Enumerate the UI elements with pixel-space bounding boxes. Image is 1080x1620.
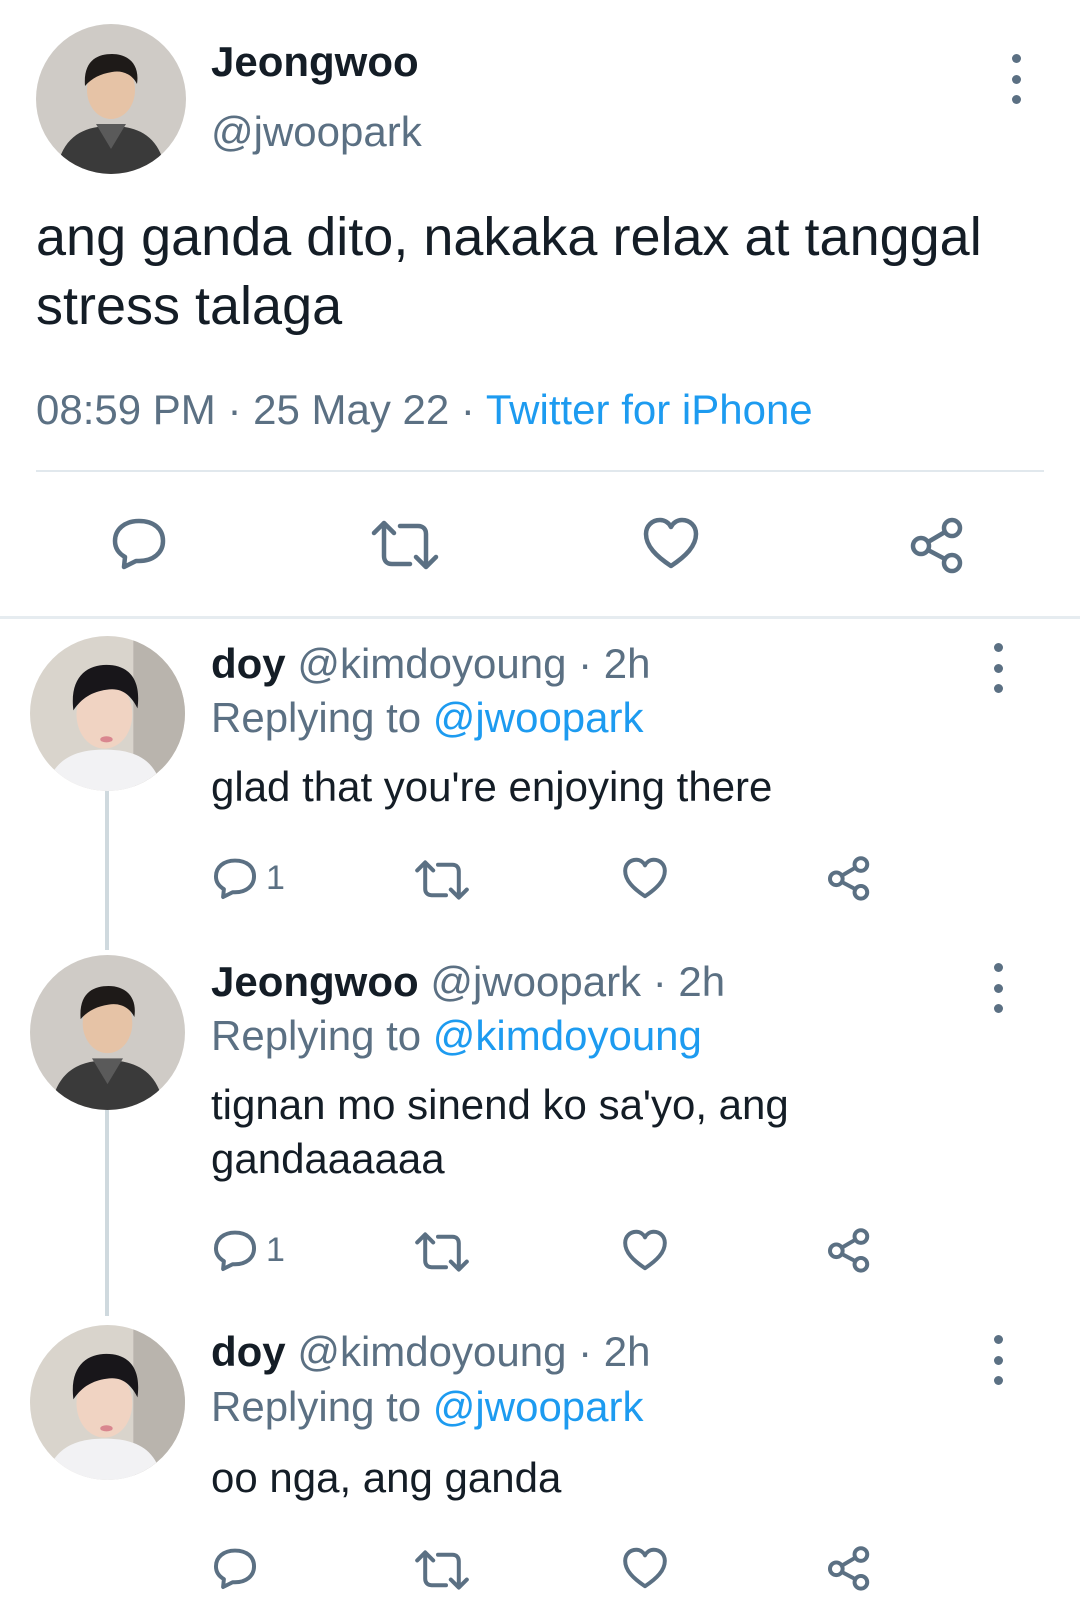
more-options-icon[interactable] — [988, 643, 1008, 693]
reply-icon — [213, 1230, 257, 1272]
reply-author-avatar[interactable] — [30, 636, 185, 791]
reply-count: 1 — [266, 858, 285, 897]
tweet-source-link[interactable]: Twitter for iPhone — [486, 386, 813, 433]
main-author-handle[interactable]: @jwoopark — [211, 108, 422, 156]
retweet-icon — [415, 1550, 469, 1590]
reply-icon — [213, 1548, 257, 1590]
meta-separator: · — [227, 386, 242, 433]
reply-author-handle[interactable]: @kimdoyoung — [297, 1328, 566, 1375]
share-button[interactable] — [908, 516, 966, 574]
share-icon — [827, 1546, 870, 1591]
reply-text: tignan mo sinend ko sa'yo, ang gandaaaaa… — [211, 1081, 789, 1182]
reply-button[interactable]: 1 — [212, 856, 285, 900]
retweet-icon — [371, 520, 439, 570]
heart-icon — [623, 1547, 667, 1589]
tweet-date: 25 May 22 — [253, 386, 450, 433]
share-button[interactable] — [826, 1545, 872, 1591]
reply-header: doy @kimdoyoung · 2h — [211, 1328, 651, 1376]
section-divider — [0, 616, 1080, 619]
reply-author-name[interactable]: Jeongwoo — [211, 958, 419, 1005]
reply-header: doy @kimdoyoung · 2h — [211, 640, 651, 688]
reply-time: · 2h — [578, 1328, 651, 1375]
retweet-button[interactable] — [414, 1232, 470, 1272]
replying-label: Replying to — [211, 694, 422, 741]
share-icon — [827, 856, 870, 901]
more-options-icon[interactable] — [988, 1335, 1008, 1385]
replying-to-link[interactable]: @kimdoyoung — [433, 1012, 702, 1059]
heart-icon — [623, 1229, 667, 1271]
heart-icon — [623, 857, 667, 899]
retweet-button[interactable] — [370, 520, 440, 570]
reply-author-name[interactable]: doy — [211, 1328, 286, 1375]
like-button[interactable] — [622, 1546, 668, 1590]
share-button[interactable] — [826, 855, 872, 901]
heart-icon — [643, 517, 699, 569]
more-options-icon[interactable] — [1006, 54, 1026, 104]
like-button[interactable] — [622, 856, 668, 900]
retweet-button[interactable] — [414, 1550, 470, 1590]
reply-author-avatar[interactable] — [30, 955, 185, 1110]
meta-divider — [36, 470, 1044, 472]
share-icon — [910, 517, 963, 574]
replying-label: Replying to — [211, 1012, 422, 1059]
reply-text: glad that you're enjoying there — [211, 763, 773, 810]
replying-label: Replying to — [211, 1383, 422, 1430]
replying-to: Replying to @jwoopark — [211, 1383, 644, 1431]
share-button[interactable] — [826, 1227, 872, 1273]
main-author-name[interactable]: Jeongwoo — [211, 38, 419, 86]
reply-button[interactable] — [212, 1546, 258, 1590]
thread-connector — [105, 1110, 109, 1316]
reply-count: 1 — [266, 1230, 285, 1269]
reply-author-name[interactable]: doy — [211, 640, 286, 687]
retweet-icon — [415, 1232, 469, 1272]
reply-button[interactable]: 1 — [212, 1228, 285, 1272]
reply-author-handle[interactable]: @jwoopark — [430, 958, 641, 1005]
thread-connector — [105, 790, 109, 950]
replying-to-link[interactable]: @jwoopark — [433, 1383, 644, 1430]
retweet-icon — [415, 860, 469, 900]
replying-to: Replying to @jwoopark — [211, 694, 644, 742]
share-icon — [827, 1228, 870, 1273]
reply-button[interactable] — [110, 516, 168, 570]
meta-separator: · — [460, 386, 475, 433]
reply-author-handle[interactable]: @kimdoyoung — [297, 640, 566, 687]
like-button[interactable] — [642, 516, 700, 570]
reply-time: · 2h — [578, 640, 651, 687]
retweet-button[interactable] — [414, 860, 470, 900]
reply-author-avatar[interactable] — [30, 1325, 185, 1480]
reply-time: · 2h — [652, 958, 726, 1005]
main-tweet-text: ang ganda dito, nakaka relax at tanggal … — [36, 207, 982, 336]
tweet-meta: 08:59 PM · 25 May 22 · Twitter for iPhon… — [36, 386, 813, 434]
more-options-icon[interactable] — [988, 963, 1008, 1013]
reply-icon — [112, 518, 166, 570]
tweet-time: 08:59 PM — [36, 386, 216, 433]
replying-to: Replying to @kimdoyoung — [211, 1012, 702, 1060]
replying-to-link[interactable]: @jwoopark — [433, 694, 644, 741]
main-author-avatar[interactable] — [36, 24, 186, 174]
reply-header: Jeongwoo @jwoopark · 2h — [211, 958, 725, 1006]
reply-icon — [213, 858, 257, 900]
reply-text: oo nga, ang ganda — [211, 1454, 562, 1501]
like-button[interactable] — [622, 1228, 668, 1272]
